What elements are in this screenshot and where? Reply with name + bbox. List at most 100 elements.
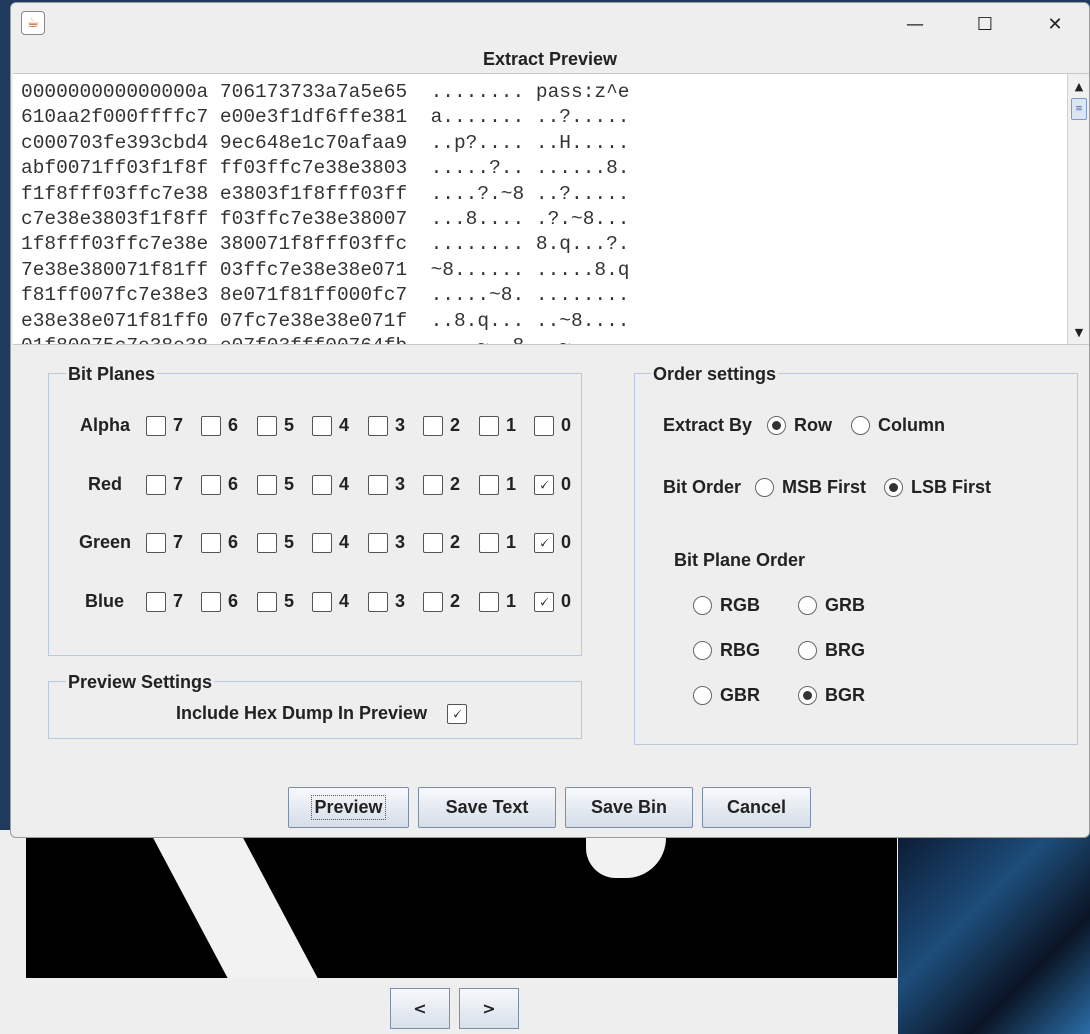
bit-checkbox-red-3[interactable] — [368, 475, 388, 495]
hex-dump-line: e38e38e071f81ff0 07fc7e38e38e071f ..8.q.… — [21, 309, 630, 332]
close-button[interactable]: ✕ — [1035, 11, 1075, 37]
hex-dump-checkbox[interactable]: 🗸 — [447, 704, 467, 724]
bit-checkbox-red-5[interactable] — [257, 475, 277, 495]
bit-checkbox-alpha-0[interactable] — [534, 416, 554, 436]
hex-dump-line: 610aa2f000ffffc7 e00e3f1df6ffe381 a.....… — [21, 106, 630, 129]
plane-order-label-rbg: RBG — [720, 640, 760, 660]
plane-order-label-bgr: BGR — [825, 685, 865, 705]
bit-order-label: Bit Order — [663, 477, 742, 497]
msb-first-label: MSB First — [782, 477, 867, 497]
plane-order-label-rgb: RGB — [720, 595, 760, 615]
plane-order-radio-rbg[interactable] — [693, 641, 712, 660]
plane-order-radio-rgb[interactable] — [693, 596, 712, 615]
bit-checkbox-green-5[interactable] — [257, 533, 277, 553]
bit-number-label: 2 — [450, 591, 461, 611]
extract-by-column-radio[interactable] — [851, 416, 870, 435]
hex-dump-label: Include Hex Dump In Preview — [176, 703, 428, 723]
bit-checkbox-blue-4[interactable] — [312, 592, 332, 612]
bit-number-label: 0 — [561, 532, 572, 552]
cancel-button[interactable]: Cancel — [702, 787, 811, 828]
bit-number-label: 0 — [561, 474, 572, 494]
bit-checkbox-green-7[interactable] — [146, 533, 166, 553]
bit-checkbox-blue-7[interactable] — [146, 592, 166, 612]
bit-checkbox-red-7[interactable] — [146, 475, 166, 495]
lsb-first-label: LSB First — [911, 477, 992, 497]
hex-dump-line: c000703fe393cbd4 9ec648e1c70afaa9 ..p?..… — [21, 131, 630, 154]
hex-dump-line: 1f8fff03ffc7e38e 380071f8fff03ffc ......… — [21, 233, 630, 256]
bit-checkbox-green-3[interactable] — [368, 533, 388, 553]
bit-number-label: 5 — [284, 415, 295, 435]
bit-plane-row-label-alpha: Alpha — [79, 415, 130, 435]
bit-checkbox-green-0[interactable]: 🗸 — [534, 533, 554, 553]
bit-checkbox-alpha-4[interactable] — [312, 416, 332, 436]
save-text-button[interactable]: Save Text — [418, 787, 556, 828]
bit-checkbox-blue-3[interactable] — [368, 592, 388, 612]
scroll-down-icon[interactable]: ▼ — [1068, 322, 1089, 342]
preview-scrollbar[interactable]: ▲ ≡ ▼ — [1067, 74, 1089, 344]
plane-order-label-gbr: GBR — [720, 685, 760, 705]
bit-checkbox-green-6[interactable] — [201, 533, 221, 553]
background-image-view — [26, 838, 897, 978]
plane-order-radio-bgr[interactable] — [798, 686, 817, 705]
bit-number-label: 0 — [561, 415, 572, 435]
hex-dump-line: f1f8fff03ffc7e38 e3803f1f8fff03ff ....?.… — [21, 182, 630, 205]
bit-checkbox-alpha-6[interactable] — [201, 416, 221, 436]
scroll-up-icon[interactable]: ▲ — [1068, 76, 1089, 96]
bit-number-label: 4 — [339, 532, 350, 552]
bit-plane-row-label-green: Green — [78, 532, 131, 552]
next-image-button[interactable]: > — [459, 988, 519, 1029]
bit-checkbox-red-2[interactable] — [423, 475, 443, 495]
hex-dump-line: abf0071ff03f1f8f ff03ffc7e38e3803 .....?… — [21, 157, 630, 180]
save-bin-button[interactable]: Save Bin — [565, 787, 693, 828]
bit-checkbox-alpha-1[interactable] — [479, 416, 499, 436]
bit-number-label: 1 — [506, 474, 517, 494]
bit-checkbox-blue-6[interactable] — [201, 592, 221, 612]
bit-checkbox-green-1[interactable] — [479, 533, 499, 553]
bit-checkbox-alpha-5[interactable] — [257, 416, 277, 436]
bit-checkbox-alpha-2[interactable] — [423, 416, 443, 436]
bit-number-label: 6 — [228, 591, 239, 611]
bit-checkbox-alpha-7[interactable] — [146, 416, 166, 436]
desktop-wallpaper — [898, 830, 1090, 1034]
bit-number-label: 3 — [395, 415, 406, 435]
lsb-first-radio[interactable] — [884, 478, 903, 497]
bit-checkbox-red-0[interactable]: 🗸 — [534, 475, 554, 495]
bit-number-label: 7 — [173, 532, 184, 552]
plane-order-label-grb: GRB — [825, 595, 865, 615]
bit-checkbox-blue-1[interactable] — [479, 592, 499, 612]
extract-preview-text[interactable]: 000000000000000a 706173733a7a5e65 ......… — [13, 73, 1089, 345]
bit-checkbox-blue-5[interactable] — [257, 592, 277, 612]
bit-checkbox-green-4[interactable] — [312, 533, 332, 553]
hex-dump-line: 7e38e380071f81ff 03ffc7e38e38e071 ~8....… — [21, 258, 630, 281]
bit-plane-row-label-red: Red — [87, 474, 122, 494]
preview-button[interactable]: Preview — [288, 787, 409, 828]
bit-number-label: 5 — [284, 474, 295, 494]
bit-number-label: 5 — [284, 591, 295, 611]
maximize-button[interactable]: ☐ — [965, 11, 1005, 37]
plane-order-radio-gbr[interactable] — [693, 686, 712, 705]
plane-order-radio-brg[interactable] — [798, 641, 817, 660]
dialog-heading: Extract Preview — [482, 49, 618, 69]
extract-by-label: Extract By — [663, 415, 753, 435]
bit-checkbox-red-4[interactable] — [312, 475, 332, 495]
extract-by-row-radio[interactable] — [767, 416, 786, 435]
bit-plane-order-label: Bit Plane Order — [674, 550, 806, 570]
plane-order-radio-grb[interactable] — [798, 596, 817, 615]
bit-planes-title: Bit Planes — [66, 364, 158, 385]
bit-checkbox-red-6[interactable] — [201, 475, 221, 495]
bit-checkbox-red-1[interactable] — [479, 475, 499, 495]
bit-number-label: 7 — [173, 474, 184, 494]
bit-number-label: 4 — [339, 474, 350, 494]
minimize-button[interactable]: — — [895, 11, 935, 37]
extract-by-column-label: Column — [878, 415, 945, 435]
bit-number-label: 2 — [450, 474, 461, 494]
bit-checkbox-green-2[interactable] — [423, 533, 443, 553]
previous-image-button[interactable]: < — [390, 988, 450, 1029]
bit-checkbox-blue-0[interactable]: 🗸 — [534, 592, 554, 612]
bit-number-label: 0 — [561, 591, 572, 611]
bit-checkbox-blue-2[interactable] — [423, 592, 443, 612]
hex-dump-line: 01f80075c7e38e38 e07f03fff00764fb ....~.… — [21, 334, 630, 344]
msb-first-radio[interactable] — [755, 478, 774, 497]
scroll-thumb[interactable]: ≡ — [1071, 98, 1087, 120]
bit-checkbox-alpha-3[interactable] — [368, 416, 388, 436]
